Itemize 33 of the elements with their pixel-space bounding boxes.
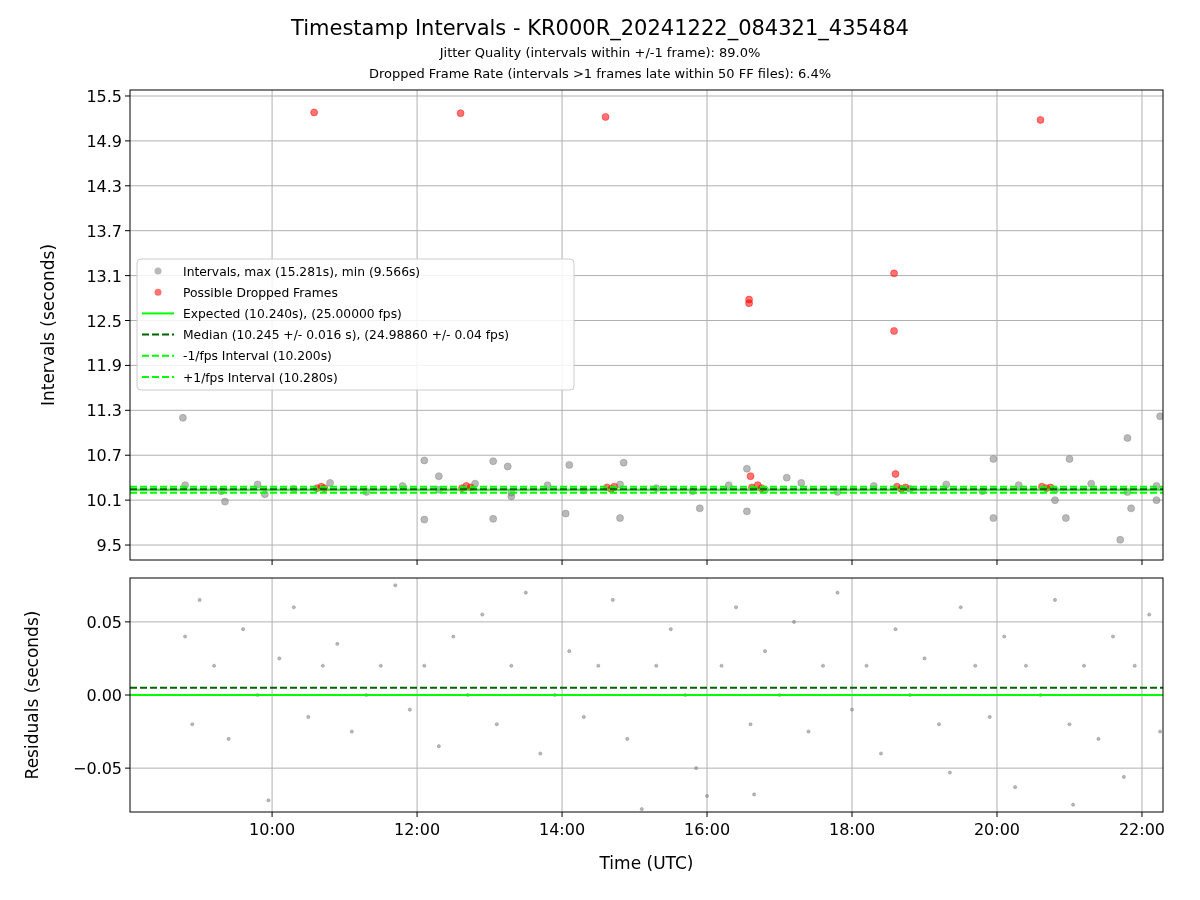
tick-label: 11.9	[86, 356, 122, 376]
tick-label: 16:00	[684, 820, 731, 839]
tick-label: 12.5	[86, 311, 122, 331]
tick-label: 22:00	[1118, 820, 1166, 839]
tick-label: 14.9	[86, 131, 122, 151]
legend-label: Intervals, max (15.281s), min (9.566s)	[183, 264, 421, 279]
tick-label: 13.7	[86, 221, 122, 241]
tick-label: 13.1	[86, 266, 122, 286]
legend-label: Possible Dropped Frames	[183, 285, 338, 300]
tick-label: 20:00	[973, 820, 1021, 839]
tick-label: 15.5	[86, 88, 122, 106]
tick-label: 10.7	[86, 446, 122, 466]
tick-label: 11.3	[86, 401, 122, 421]
legend-label: -1/fps Interval (10.200s)	[183, 349, 332, 364]
tick-label: 18:00	[828, 820, 876, 839]
tick-label: 12:00	[394, 820, 441, 839]
tick-label: 9.5	[96, 536, 122, 556]
tick-label: −0.05	[72, 759, 122, 779]
axis-label: Time (UTC)	[599, 853, 694, 873]
chart-subtitle: Dropped Frame Rate (intervals >1 frames late within 50 FF files): 6.4%	[368, 65, 832, 83]
tick-label: 0.05	[86, 612, 122, 632]
tick-label: 14.3	[86, 176, 122, 196]
tick-label: 10.1	[86, 491, 122, 511]
tick-label: 10:00	[249, 820, 296, 839]
axis-label: Intervals (seconds)	[38, 243, 58, 407]
legend-label: Median (10.245 +/- 0.016 s), (24.98860 +/- 0.04 fps)	[183, 328, 510, 343]
legend-label: Expected (10.240s), (25.00000 fps)	[183, 306, 402, 321]
tick-label: 0.00	[86, 686, 122, 705]
legend-label: +1/fps Interval (10.280s)	[183, 370, 338, 385]
chart-subtitle: Jitter Quality (intervals within +/-1 frame): 89.0%	[439, 44, 761, 62]
tick-label: 14:00	[539, 820, 586, 839]
axis-label: Residuals (seconds)	[22, 610, 42, 780]
chart-title: Timestamp Intervals - KR000R_20241222_084321_435484	[291, 15, 909, 42]
